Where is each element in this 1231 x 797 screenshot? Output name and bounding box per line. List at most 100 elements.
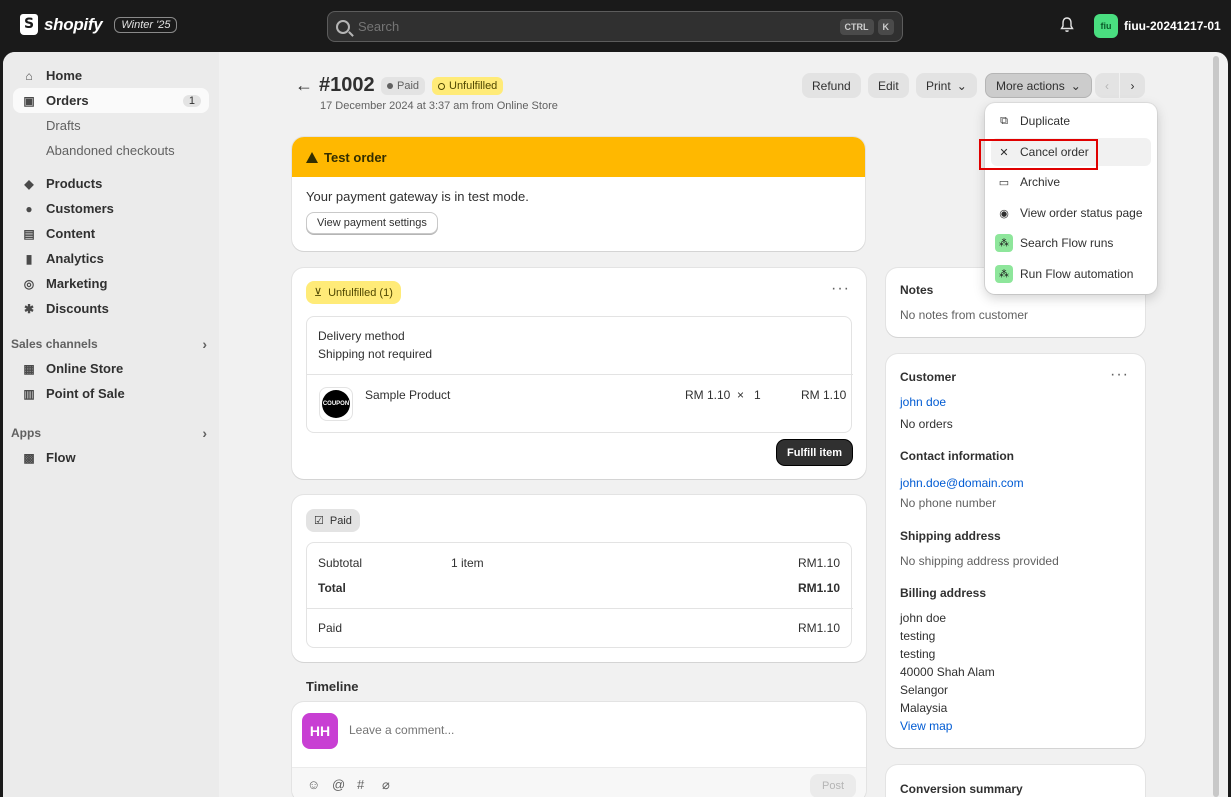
unit-price: RM 1.10 — [685, 388, 731, 402]
billing-line: john doe — [900, 611, 947, 625]
timeline-title: Timeline — [306, 679, 359, 694]
search-icon — [336, 19, 350, 34]
back-arrow-icon[interactable]: ← — [295, 75, 313, 96]
billing-line: testing — [900, 629, 936, 643]
flow-app-icon: ⁂ — [995, 265, 1013, 283]
attachment-icon[interactable]: ⌀ — [382, 777, 390, 793]
chevron-right-icon: › — [1130, 78, 1135, 93]
sidebar-item-discounts[interactable]: ✱ Discounts — [13, 296, 209, 321]
sidebar-item-customers[interactable]: ● Customers — [13, 196, 209, 221]
billing-line: testing — [900, 647, 936, 661]
more-actions-button[interactable]: More actions ⌄ — [985, 73, 1092, 98]
customer-email-link[interactable]: john.doe@domain.com — [900, 476, 1024, 490]
search-bar[interactable]: CTRL K — [327, 11, 903, 42]
total-value: RM1.10 — [797, 581, 840, 595]
package-icon: ⊻ — [314, 287, 323, 299]
duplicate-icon: ⧉ — [1000, 114, 1008, 127]
bell-icon[interactable] — [1060, 17, 1074, 33]
subtotal-items: 1 item — [451, 556, 484, 570]
notes-value: No notes from customer — [900, 308, 1029, 322]
menu-item-archive[interactable]: ▭ Archive — [991, 168, 1151, 196]
menu-item-view-order-status[interactable]: ◉ View order status page — [991, 199, 1151, 227]
sales-channels-header[interactable]: Sales channels › — [11, 331, 207, 356]
menu-item-duplicate[interactable]: ⧉ Duplicate — [991, 107, 1151, 135]
admin-frame: ⌂ Home ▣ Orders 1 Drafts Abandoned check… — [3, 52, 1228, 797]
flow-icon: ▩ — [23, 450, 35, 465]
paid-chip: ☑ Paid — [306, 509, 360, 532]
comment-input[interactable] — [349, 723, 749, 737]
product-name-link[interactable]: Sample Product — [365, 388, 450, 402]
times-sign: × — [737, 388, 745, 402]
apps-header[interactable]: Apps › — [11, 420, 207, 445]
conversion-summary-title: Conversion summary — [900, 782, 1023, 796]
fulfillment-box: Delivery method Shipping not required CO… — [306, 316, 853, 433]
sidebar-item-abandoned-checkouts[interactable]: Abandoned checkouts — [13, 138, 209, 163]
sidebar-item-analytics[interactable]: ▮ Analytics — [13, 246, 209, 271]
fulfill-item-button[interactable]: Fulfill item — [777, 440, 852, 465]
payment-summary-box: Subtotal 1 item RM1.10 Total RM1.10 Paid… — [306, 542, 853, 648]
receipt-check-icon: ☑ — [314, 515, 324, 527]
comment-box: HH ☺ @ # ⌀ Post — [292, 702, 866, 797]
billing-line: Malaysia — [900, 701, 948, 715]
scroll-thumb[interactable] — [1213, 56, 1219, 797]
hashtag-icon[interactable]: # — [357, 777, 364, 792]
kbd-k: K — [877, 18, 894, 35]
more-options-icon[interactable]: ··· — [831, 280, 850, 298]
store-icon: ▦ — [23, 361, 35, 376]
subtotal-label: Subtotal — [318, 556, 363, 570]
customer-card: Customer ··· john doe No orders Contact … — [886, 354, 1145, 748]
store-name: fiuu-20241217-01 — [1124, 19, 1221, 33]
chevron-right-icon: › — [202, 424, 207, 441]
pos-icon: ▥ — [23, 386, 35, 401]
menu-item-search-flow-runs[interactable]: ⁂ Search Flow runs — [991, 229, 1151, 257]
customer-name-link[interactable]: john doe — [900, 395, 946, 409]
more-options-icon[interactable]: ··· — [1110, 366, 1129, 384]
view-payment-settings-button[interactable]: View payment settings — [306, 212, 438, 234]
sidebar-item-online-store[interactable]: ▦ Online Store — [13, 356, 209, 381]
view-map-link[interactable]: View map — [900, 719, 952, 733]
unfulfilled-chip: ⊻ Unfulfilled (1) — [306, 281, 401, 304]
store-menu[interactable]: fiu fiuu-20241217-01 — [1094, 14, 1221, 38]
sidebar-item-point-of-sale[interactable]: ▥ Point of Sale — [13, 381, 209, 406]
delivery-method-label: Delivery method — [318, 329, 405, 343]
previous-order-button[interactable]: ‹ — [1095, 73, 1119, 98]
notes-title: Notes — [900, 283, 934, 297]
image-icon: ▤ — [23, 226, 35, 241]
emoji-icon[interactable]: ☺ — [307, 777, 320, 792]
paid-label: Paid — [318, 621, 343, 635]
post-button[interactable]: Post — [809, 774, 856, 797]
menu-item-run-flow-automation[interactable]: ⁂ Run Flow automation — [991, 260, 1151, 288]
sidebar-item-products[interactable]: ◆ Products — [13, 171, 209, 196]
release-badge[interactable]: Winter '25 — [114, 16, 178, 33]
chevron-down-icon: ⌄ — [1070, 78, 1081, 93]
mention-icon[interactable]: @ — [332, 777, 345, 792]
eye-icon: ◉ — [999, 207, 1009, 220]
delivery-method-value: Shipping not required — [318, 347, 433, 361]
page-title: #1002 — [319, 74, 375, 96]
menu-item-cancel-order[interactable]: ✕ Cancel order — [991, 138, 1151, 166]
sidebar-item-home[interactable]: ⌂ Home — [13, 63, 209, 88]
search-input[interactable] — [358, 19, 836, 34]
sidebar-item-drafts[interactable]: Drafts — [13, 113, 209, 138]
shipping-address-value: No shipping address provided — [900, 554, 1059, 568]
test-order-title: Test order — [324, 149, 387, 165]
product-thumbnail[interactable]: COUPON — [319, 387, 353, 421]
sidebar-item-content[interactable]: ▤ Content — [13, 221, 209, 246]
sidebar-item-orders[interactable]: ▣ Orders 1 — [13, 88, 209, 113]
print-button[interactable]: Print ⌄ — [916, 73, 977, 98]
ring-icon — [438, 82, 445, 90]
customer-orders: No orders — [900, 417, 953, 431]
contact-info-title: Contact information — [900, 449, 1014, 463]
next-order-button[interactable]: › — [1120, 73, 1145, 98]
test-order-banner: Test order Your payment gateway is in te… — [292, 137, 865, 251]
refund-button[interactable]: Refund — [802, 73, 861, 98]
sidebar-item-flow[interactable]: ▩ Flow — [13, 445, 209, 470]
home-icon: ⌂ — [25, 68, 33, 83]
orders-count-badge: 1 — [182, 94, 201, 107]
shopify-logo[interactable]: shopify Winter '25 — [20, 14, 178, 35]
sidebar-item-marketing[interactable]: ◎ Marketing — [13, 271, 209, 296]
edit-button[interactable]: Edit — [868, 73, 909, 98]
target-icon: ◎ — [23, 276, 35, 291]
billing-line: 40000 Shah Alam — [900, 665, 995, 679]
scrollbar[interactable] — [1212, 56, 1220, 797]
